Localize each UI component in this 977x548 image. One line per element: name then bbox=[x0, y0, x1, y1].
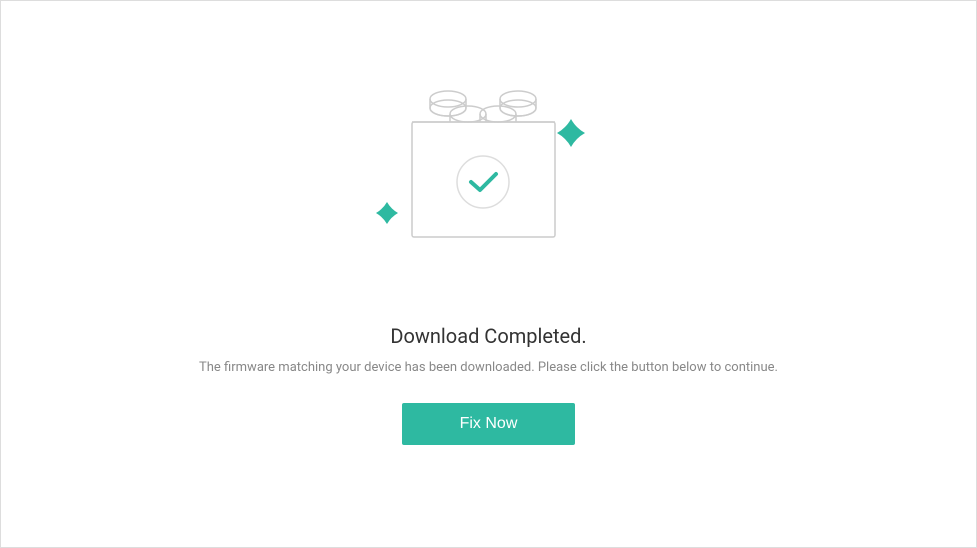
firmware-box-illustration bbox=[368, 84, 608, 274]
checkmark-icon bbox=[471, 174, 496, 190]
box-with-check-icon bbox=[368, 84, 608, 274]
sparkle-icon bbox=[376, 202, 398, 224]
fix-now-button[interactable]: Fix Now bbox=[402, 403, 576, 445]
main-content: Download Completed. The firmware matchin… bbox=[199, 84, 778, 445]
check-circle-icon bbox=[457, 156, 509, 208]
sparkle-icon bbox=[557, 119, 585, 147]
page-title: Download Completed. bbox=[390, 324, 586, 348]
page-subtitle: The firmware matching your device has be… bbox=[199, 360, 778, 375]
